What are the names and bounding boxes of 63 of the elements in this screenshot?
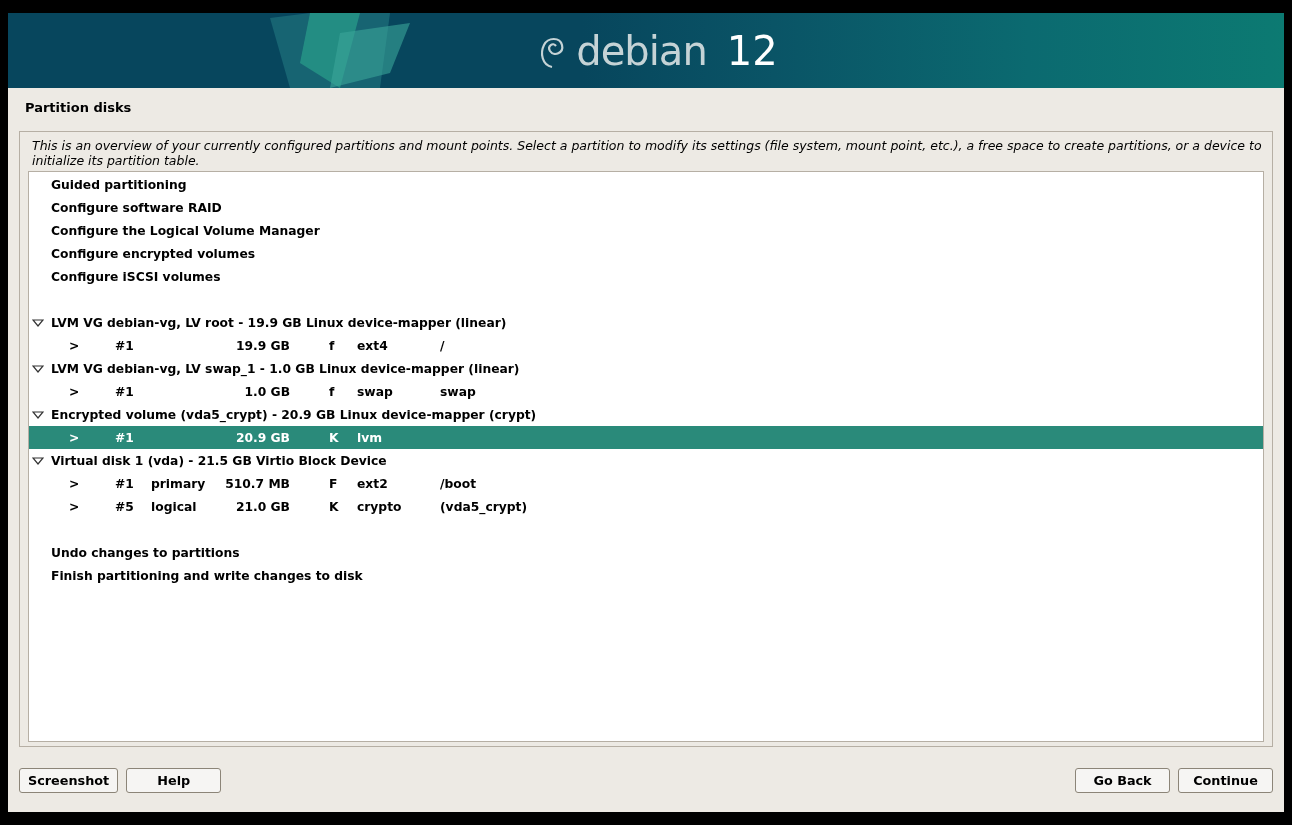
partition-size: 510.7 MB xyxy=(225,476,290,491)
filesystem: swap xyxy=(357,384,393,399)
device-row[interactable]: Encrypted volume (vda5_crypt) - 20.9 GB Linux device-mapper (crypt) xyxy=(29,403,1263,426)
partition-type: logical xyxy=(151,499,197,514)
device-row[interactable]: LVM VG debian-vg, LV root - 19.9 GB Linux device-mapper (linear) xyxy=(29,311,1263,334)
filesystem: lvm xyxy=(357,430,383,445)
arrow-marker: > xyxy=(69,430,80,445)
partition-size: 20.9 GB xyxy=(235,430,290,445)
menu-item[interactable]: Guided partitioning xyxy=(29,173,1263,196)
footer-button[interactable]: Help xyxy=(126,768,222,793)
menu-item[interactable]: Finish partitioning and write changes to disk xyxy=(29,564,1263,587)
usage-code: K xyxy=(329,499,339,514)
usage-code: F xyxy=(329,476,338,491)
mount-point: (vda5_crypt) xyxy=(440,499,528,514)
filesystem: crypto xyxy=(357,499,402,514)
logo-text: debian xyxy=(576,27,707,74)
description-text: This is an overview of your currently configured partitions and mount points. Select a partition to modify its settings (file system, mount point, etc.), a free space to create partitions, or a device to initialize its partition table. xyxy=(31,137,1263,170)
expander-down-icon[interactable] xyxy=(32,364,44,373)
partition-row[interactable]: > #1 20.9 GB K lvm xyxy=(29,426,1263,449)
mount-point: / xyxy=(440,338,445,353)
partition-size: 1.0 GB xyxy=(244,384,290,399)
partition-size: 21.0 GB xyxy=(235,499,290,514)
menu-item[interactable]: Configure software RAID xyxy=(29,196,1263,219)
partition-row[interactable]: > #5 logical 21.0 GB K crypto (vda5_crypt) xyxy=(29,495,1263,518)
partition-number: #1 xyxy=(115,338,134,353)
filesystem: ext2 xyxy=(357,476,388,491)
usage-code: K xyxy=(329,430,339,445)
expander-down-icon[interactable] xyxy=(32,318,44,327)
footer-button[interactable]: Screenshot xyxy=(19,768,119,793)
footer-button[interactable]: Continue xyxy=(1178,768,1273,793)
arrow-marker: > xyxy=(69,499,80,514)
usage-code: f xyxy=(329,384,335,399)
arrow-marker: > xyxy=(69,384,80,399)
partition-row[interactable]: > #1 19.9 GB f ext4 / xyxy=(29,334,1263,357)
partition-row[interactable]: > #1 1.0 GB f swap swap xyxy=(29,380,1263,403)
partition-type: primary xyxy=(151,476,206,491)
device-label: Encrypted volume (vda5_crypt) - 20.9 GB Linux device-mapper (crypt) xyxy=(51,407,537,422)
device-row[interactable]: LVM VG debian-vg, LV swap_1 - 1.0 GB Linux device-mapper (linear) xyxy=(29,357,1263,380)
mount-point: /boot xyxy=(440,476,477,491)
partition-number: #5 xyxy=(115,499,134,514)
arrow-marker: > xyxy=(69,476,80,491)
partition-number: #1 xyxy=(115,430,134,445)
partition-number: #1 xyxy=(115,476,134,491)
usage-code: f xyxy=(329,338,335,353)
page-title: Partition disks xyxy=(25,100,132,115)
partition-size: 19.9 GB xyxy=(235,338,290,353)
menu-item[interactable]: Configure iSCSI volumes xyxy=(29,265,1263,288)
device-label: LVM VG debian-vg, LV swap_1 - 1.0 GB Linux device-mapper (linear) xyxy=(51,361,520,376)
menu-item[interactable]: Configure encrypted volumes xyxy=(29,242,1263,265)
expander-down-icon[interactable] xyxy=(32,456,44,465)
device-label: Virtual disk 1 (vda) - 21.5 GB Virtio Block Device xyxy=(51,453,387,468)
arrow-marker: > xyxy=(69,338,80,353)
mount-point: swap xyxy=(440,384,476,399)
filesystem: ext4 xyxy=(357,338,388,353)
expander-down-icon[interactable] xyxy=(32,410,44,419)
footer-button[interactable]: Go Back xyxy=(1075,768,1170,793)
partition-number: #1 xyxy=(115,384,134,399)
partition-row[interactable]: > #1 primary 510.7 MB F ext2 /boot xyxy=(29,472,1263,495)
device-label: LVM VG debian-vg, LV root - 19.9 GB Linux device-mapper (linear) xyxy=(51,315,507,330)
menu-item[interactable]: Undo changes to partitions xyxy=(29,541,1263,564)
menu-item[interactable]: Configure the Logical Volume Manager xyxy=(29,219,1263,242)
version-number: 12 xyxy=(726,27,778,74)
device-row[interactable]: Virtual disk 1 (vda) - 21.5 GB Virtio Block Device xyxy=(29,449,1263,472)
